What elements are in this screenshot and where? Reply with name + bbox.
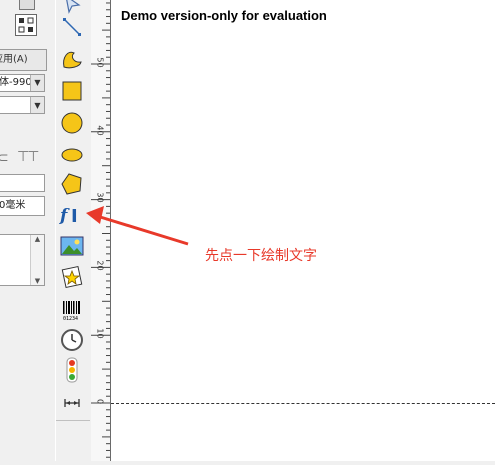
- ellipse-icon[interactable]: [58, 140, 86, 168]
- image-icon[interactable]: [58, 232, 86, 260]
- scrollbar[interactable]: ▲ ▼: [30, 235, 44, 285]
- line-icon[interactable]: [58, 13, 86, 41]
- rectangle-icon[interactable]: [58, 77, 86, 105]
- chevron-down-icon[interactable]: ▼: [30, 75, 44, 91]
- text-tool-glyph: f I: [59, 206, 78, 227]
- design-canvas[interactable]: [111, 0, 495, 461]
- align-icon[interactable]: ⊂: [0, 150, 9, 166]
- dimension-icon[interactable]: [58, 389, 86, 417]
- circle-icon[interactable]: [58, 109, 86, 137]
- line-field[interactable]: [0, 174, 45, 192]
- dimension-glyph: [64, 399, 80, 407]
- svg-text:f: f: [59, 206, 70, 226]
- text-content-area[interactable]: ▲ ▼: [0, 234, 45, 286]
- text-tool-icon[interactable]: f I: [58, 200, 86, 228]
- ruler-label: 30: [95, 192, 105, 203]
- ellipse-glyph: [61, 148, 83, 162]
- ruler-label: 50: [95, 57, 105, 68]
- font-select[interactable]: 体-990 ▼: [0, 74, 45, 92]
- spacing-icon[interactable]: ⊤⊤: [17, 149, 39, 165]
- freeform-glyph: [63, 51, 82, 69]
- circle-glyph: [61, 112, 83, 134]
- scroll-up-icon[interactable]: ▲: [31, 235, 44, 243]
- property-panel: 应用(A) 体-990 ▼ ▼ ⊂ ⊤⊤ 0毫米 ▲ ▼: [0, 0, 56, 461]
- scroll-down-icon[interactable]: ▼: [31, 277, 44, 285]
- annotation-text: 先点一下绘制文字: [205, 248, 317, 264]
- ruler-label: 10: [95, 328, 105, 339]
- apply-button[interactable]: 应用(A): [0, 49, 47, 71]
- grid-icon-glyph: [18, 17, 34, 33]
- panel-top-icon[interactable]: [19, 0, 35, 10]
- svg-text:01234: 01234: [63, 316, 78, 322]
- toolbar-separator: [56, 420, 90, 421]
- chevron-down-icon[interactable]: ▼: [30, 97, 44, 113]
- demo-watermark: Demo version-only for evaluation: [121, 8, 327, 23]
- clock-glyph: [61, 329, 83, 351]
- svg-text:I: I: [71, 206, 78, 227]
- barcode-glyph: 01234: [63, 301, 80, 322]
- barcode-icon[interactable]: 01234: [58, 296, 86, 324]
- line-glyph: [63, 18, 81, 36]
- clock-icon[interactable]: [58, 326, 86, 354]
- ruler-label: 20: [95, 260, 105, 271]
- star-edit-glyph: [61, 265, 83, 289]
- polygon-glyph: [61, 173, 82, 195]
- image-glyph: [60, 236, 84, 256]
- ruler-label: 0: [95, 398, 105, 405]
- unit-field[interactable]: 0毫米: [0, 196, 45, 216]
- star-edit-icon[interactable]: [58, 263, 86, 291]
- grid-icon[interactable]: [15, 14, 37, 36]
- traffic-light-icon[interactable]: [58, 356, 86, 384]
- traffic-light-glyph: [66, 357, 78, 383]
- page-boundary-line: [111, 403, 495, 404]
- rectangle-glyph: [62, 81, 82, 101]
- ruler-label: 40: [95, 125, 105, 136]
- freeform-shape-icon[interactable]: [58, 45, 86, 73]
- polygon-icon[interactable]: [58, 170, 86, 198]
- font-select-value: 体-990: [0, 77, 32, 88]
- size-select[interactable]: ▼: [0, 96, 45, 114]
